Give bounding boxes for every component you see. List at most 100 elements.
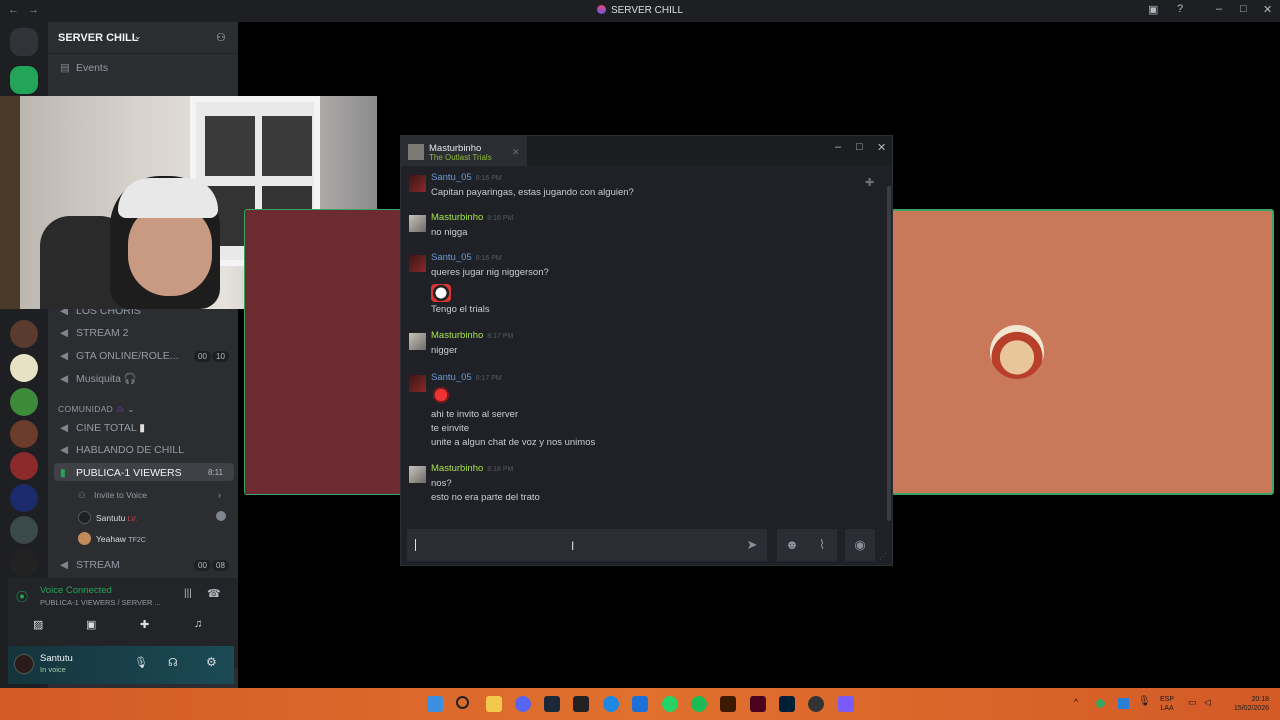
channel-label: HABLANDO DE CHILL bbox=[76, 444, 184, 456]
activities-icon[interactable]: ✚ bbox=[140, 618, 149, 631]
resize-grip-icon[interactable]: ⋰ bbox=[879, 552, 887, 561]
voice-status-subtitle[interactable]: PUBLICA-1 VIEWERS / SERVER ... bbox=[40, 598, 161, 607]
minimize-icon[interactable]: – bbox=[835, 141, 841, 153]
shelf bbox=[0, 96, 20, 309]
minimize-icon[interactable]: – bbox=[1216, 3, 1222, 15]
message-text: Tengo el trials bbox=[431, 304, 490, 315]
app-icon[interactable] bbox=[632, 696, 648, 712]
photoshop-icon[interactable] bbox=[779, 696, 795, 712]
message-author[interactable]: Santu_05 8:17 PM bbox=[431, 372, 502, 383]
start-icon[interactable] bbox=[427, 696, 443, 712]
send-icon[interactable]: ➤ bbox=[737, 529, 767, 561]
avatar[interactable] bbox=[14, 654, 34, 674]
discord-icon[interactable] bbox=[515, 696, 531, 712]
stream-tile[interactable] bbox=[891, 209, 1274, 495]
clock[interactable]: 20:18 15/02/2026 bbox=[1225, 695, 1269, 713]
channel-stream-2[interactable]: ◀ STREAM 2 bbox=[60, 327, 129, 339]
server-icon[interactable] bbox=[10, 548, 38, 576]
indesign-icon[interactable] bbox=[750, 696, 766, 712]
inbox-icon[interactable]: ▣ bbox=[1148, 3, 1158, 16]
server-icon[interactable] bbox=[10, 484, 38, 512]
screen-share-icon[interactable]: ▣ bbox=[86, 618, 96, 631]
channel-cine-total[interactable]: ◀ CINE TOTAL ▮ bbox=[60, 422, 145, 434]
server-icon[interactable] bbox=[10, 354, 38, 382]
user-panel: Santutu In voice 🎙 ☊ ⚙ bbox=[8, 646, 234, 684]
channel-stream[interactable]: ◀ STREAM bbox=[60, 559, 120, 571]
spotify-icon[interactable] bbox=[691, 696, 707, 712]
search-icon[interactable] bbox=[456, 696, 469, 709]
channel-label: GTA ONLINE/ROLE... bbox=[76, 350, 179, 362]
soundboard-icon[interactable]: ♫ bbox=[194, 618, 202, 630]
camera-icon[interactable]: ▨ bbox=[33, 618, 43, 631]
stream-tile[interactable] bbox=[244, 209, 402, 495]
message-author[interactable]: Masturbinho 8:16 PM bbox=[431, 212, 513, 223]
tray-app-icon[interactable] bbox=[1118, 698, 1129, 709]
microphone-icon[interactable]: 🎙 bbox=[134, 656, 148, 669]
tray-app-icon[interactable] bbox=[1096, 699, 1105, 708]
close-icon[interactable]: ✕ bbox=[1263, 3, 1272, 16]
help-icon[interactable]: ? bbox=[1177, 3, 1183, 15]
terminal-icon[interactable] bbox=[573, 696, 589, 712]
channel-publica-viewers[interactable]: ▮ PUBLICA-1 VIEWERS bbox=[60, 467, 182, 479]
language-indicator[interactable]: ESP LAA bbox=[1160, 695, 1174, 713]
server-icon[interactable] bbox=[10, 420, 38, 448]
author-name: Masturbinho bbox=[431, 330, 484, 341]
disconnect-icon[interactable]: ☎ bbox=[207, 587, 221, 600]
app-icon[interactable] bbox=[838, 696, 854, 712]
message-author[interactable]: Masturbinho 8:17 PM bbox=[431, 330, 513, 341]
network-icon[interactable]: ▭ bbox=[1188, 697, 1197, 708]
voice-member[interactable]: Santutu LV. bbox=[78, 511, 137, 524]
settings-gear-icon[interactable]: ⚙ bbox=[206, 655, 217, 669]
server-icon[interactable] bbox=[10, 452, 38, 480]
tray-chevron-icon[interactable]: ^ bbox=[1074, 697, 1078, 707]
maximize-icon[interactable]: □ bbox=[1240, 3, 1247, 15]
close-icon[interactable]: ✕ bbox=[877, 141, 886, 154]
chat-tab[interactable]: Masturbinho The Outlast Trials ✕ bbox=[401, 136, 527, 166]
scrollbar[interactable] bbox=[887, 186, 891, 521]
server-icon[interactable] bbox=[10, 388, 38, 416]
channel-hablando-de-chill[interactable]: ◀ HABLANDO DE CHILL bbox=[60, 444, 184, 456]
steam-icon[interactable] bbox=[544, 696, 560, 712]
channel-label: Musiquita 🎧 bbox=[76, 373, 137, 385]
illustrator-icon[interactable] bbox=[720, 696, 736, 712]
emoji-icon[interactable]: ☻ bbox=[777, 529, 807, 561]
clock-date: 15/02/2026 bbox=[1233, 705, 1269, 712]
file-explorer-icon[interactable] bbox=[486, 696, 502, 712]
server-icon[interactable] bbox=[10, 320, 38, 348]
volume-icon[interactable]: ◁ bbox=[1204, 697, 1211, 708]
add-user-icon[interactable]: ⚇ bbox=[216, 31, 226, 44]
maximize-icon[interactable]: □ bbox=[856, 141, 863, 153]
noise-suppression-icon[interactable]: ||| bbox=[184, 588, 192, 599]
message-author[interactable]: Masturbinho 8:18 PM bbox=[431, 463, 513, 474]
channel-musiquita[interactable]: ◀ Musiquita 🎧 bbox=[60, 372, 137, 385]
close-icon[interactable]: ✕ bbox=[512, 147, 520, 158]
author-name: Santu_05 bbox=[431, 372, 472, 383]
message-author[interactable]: Santu_05 8:16 PM bbox=[431, 252, 502, 263]
server-icon[interactable] bbox=[10, 516, 38, 544]
message-author[interactable]: Santu_05 8:16 PM bbox=[431, 172, 502, 183]
whatsapp-icon[interactable] bbox=[662, 696, 678, 712]
obs-icon[interactable] bbox=[808, 696, 824, 712]
microphone-icon[interactable]: 🎙 bbox=[1138, 696, 1151, 707]
events-item[interactable]: ▤ Events bbox=[60, 62, 108, 74]
message-text: esto no era parte del trato bbox=[431, 492, 540, 503]
server-folder-icon[interactable] bbox=[10, 66, 38, 94]
server-header[interactable]: SERVER CHILL ⌄ ⚇ bbox=[48, 22, 238, 54]
edge-icon[interactable] bbox=[603, 696, 619, 712]
discord-home-icon[interactable] bbox=[10, 28, 38, 56]
headphones-icon[interactable]: ☊ bbox=[168, 656, 178, 669]
window-pane bbox=[262, 116, 312, 176]
voice-chat-icon[interactable]: ◉ bbox=[845, 529, 875, 561]
server-icon bbox=[596, 5, 606, 14]
invite-label: Invite to Voice bbox=[94, 490, 147, 500]
author-name: Santu_05 bbox=[431, 172, 472, 183]
category-comunidad[interactable]: COMUNIDAD ⁂ ⌄ bbox=[58, 404, 135, 415]
voice-member[interactable]: Yeahaw TF2C bbox=[78, 532, 146, 545]
invite-to-voice[interactable]: ⚇ Invite to Voice bbox=[78, 490, 147, 501]
avatar bbox=[409, 466, 426, 483]
channel-gta-online[interactable]: ◀ GTA ONLINE/ROLE... bbox=[60, 350, 179, 362]
speaker-icon: ◀ bbox=[60, 422, 69, 434]
avatar bbox=[408, 144, 424, 160]
avatar bbox=[78, 532, 91, 545]
attach-icon[interactable]: ⌇ bbox=[807, 529, 837, 561]
